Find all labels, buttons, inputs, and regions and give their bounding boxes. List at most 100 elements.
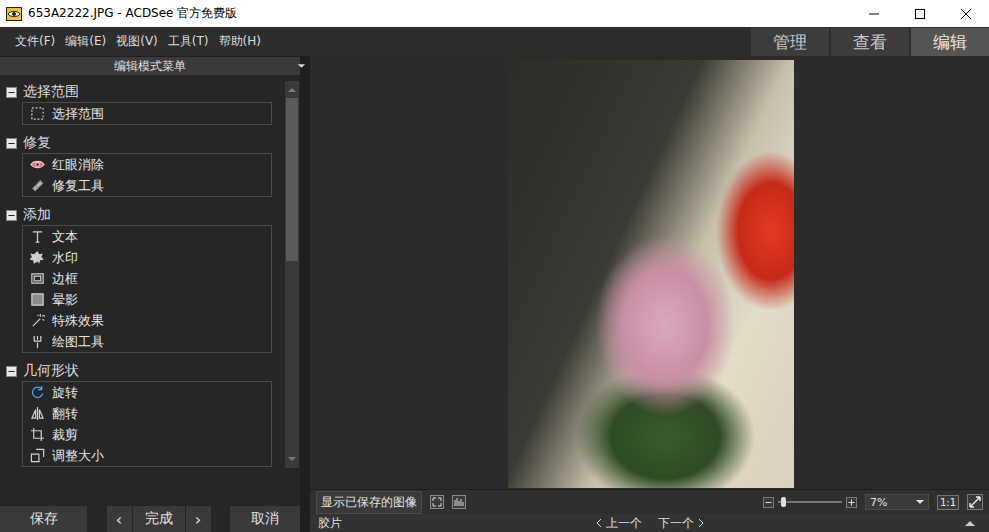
- group-label: 选择范围: [23, 83, 79, 101]
- fit-to-window-icon[interactable]: [967, 494, 983, 510]
- tool-item[interactable]: 红眼消除: [23, 154, 271, 175]
- tool-item[interactable]: 裁剪: [23, 424, 271, 445]
- tool-label: 红眼消除: [52, 156, 104, 174]
- acdsee-window: 653A2222.JPG - ACDSee 官方免费版文件(F) 编辑(E) 视图(…: [0, 0, 989, 532]
- group-header[interactable]: 添加: [2, 205, 272, 225]
- tool-item[interactable]: 水印: [23, 247, 271, 268]
- collapse-icon[interactable]: [6, 138, 17, 149]
- group-items: 文本水印边框晕影特殊效果绘图工具: [22, 225, 272, 353]
- tool-group: 几何形状旋转翻转裁剪调整大小: [22, 361, 285, 467]
- scrollbar[interactable]: [285, 81, 299, 468]
- group-items: 选择范围: [22, 102, 272, 125]
- eye-icon: [30, 157, 45, 172]
- panel-header[interactable]: 编辑模式菜单: [0, 56, 300, 75]
- chevron-right-icon: [698, 518, 704, 528]
- stamp-icon: [30, 250, 45, 265]
- bandage-icon: [30, 178, 45, 193]
- group-label: 修复: [23, 134, 51, 152]
- next-image-button[interactable]: 下一个: [658, 515, 704, 532]
- group-header[interactable]: 修复: [2, 133, 272, 153]
- close-button[interactable]: [943, 0, 989, 27]
- menu-item[interactable]: 文件(F): [15, 33, 55, 50]
- zoom-in-icon[interactable]: [846, 497, 857, 508]
- save-button[interactable]: 保存: [0, 506, 87, 532]
- tool-item[interactable]: 翻转: [23, 403, 271, 424]
- group-header[interactable]: 几何形状: [2, 361, 272, 381]
- tool-group: 选择范围选择范围: [22, 82, 285, 125]
- maximize-icon: [914, 8, 926, 20]
- tool-item[interactable]: 调整大小: [23, 445, 271, 466]
- zoom-slider-thumb[interactable]: [781, 497, 786, 507]
- image-canvas: [310, 56, 989, 489]
- viewer: 显示已保存的图像 7% 1:1 胶片 上一个下一个: [310, 56, 989, 532]
- cancel-button[interactable]: 取消: [230, 506, 300, 532]
- tool-item[interactable]: 晕影: [23, 289, 271, 310]
- zoom-dropdown[interactable]: 7%: [865, 494, 929, 510]
- group-header[interactable]: 选择范围: [2, 82, 272, 102]
- next-button[interactable]: ›: [186, 506, 211, 532]
- previous-button[interactable]: ‹: [107, 506, 132, 532]
- tool-item[interactable]: 选择范围: [23, 103, 271, 124]
- zoom-out-icon[interactable]: [763, 497, 774, 508]
- tool-label: 晕影: [52, 291, 78, 309]
- show-saved-button[interactable]: 显示已保存的图像: [316, 491, 422, 514]
- tool-label: 水印: [52, 249, 78, 267]
- tool-label: 特殊效果: [52, 312, 104, 330]
- zoom-slider[interactable]: [778, 496, 842, 508]
- menu-item[interactable]: 视图(V): [116, 33, 158, 50]
- crop-icon: [30, 427, 45, 442]
- expand-filmstrip-icon[interactable]: [965, 520, 975, 526]
- panel-title: 编辑模式菜单: [114, 58, 186, 75]
- scroll-down-icon[interactable]: [288, 457, 296, 462]
- histogram-icon[interactable]: [452, 495, 466, 509]
- zoom-value: 7%: [870, 496, 887, 509]
- previous-image-button[interactable]: 上一个: [596, 515, 642, 532]
- flip-icon: [30, 406, 45, 421]
- tool-label: 旋转: [52, 384, 78, 402]
- tool-label: 裁剪: [52, 426, 78, 444]
- tool-item[interactable]: 边框: [23, 268, 271, 289]
- dropdown-arrow-icon: [916, 500, 924, 505]
- scroll-thumb[interactable]: [286, 98, 298, 261]
- collapse-icon[interactable]: [6, 87, 17, 98]
- window-title: 653A2222.JPG - ACDSee 官方免费版: [28, 5, 237, 22]
- fullscreen-icon[interactable]: [430, 495, 444, 509]
- collapse-icon[interactable]: [6, 210, 17, 221]
- menu-item[interactable]: 工具(T): [168, 33, 209, 50]
- tool-item[interactable]: 绘图工具: [23, 331, 271, 352]
- group-items: 红眼消除修复工具: [22, 153, 272, 197]
- tool-list: 选择范围选择范围修复红眼消除修复工具添加文本水印边框晕影特殊效果绘图工具几何形状…: [0, 75, 285, 468]
- tool-group: 添加文本水印边框晕影特殊效果绘图工具: [22, 205, 285, 353]
- dropdown-arrow-icon: [297, 63, 306, 69]
- text-icon: [30, 229, 45, 244]
- tool-label: 翻转: [52, 405, 78, 423]
- frame-icon: [30, 271, 45, 286]
- scroll-up-icon[interactable]: [288, 87, 296, 92]
- maximize-button[interactable]: [897, 0, 943, 27]
- chevron-left-icon: [596, 518, 602, 528]
- group-items: 旋转翻转裁剪调整大小: [22, 381, 272, 467]
- filmstrip-label: 胶片: [318, 515, 342, 532]
- done-button[interactable]: 完成: [133, 506, 185, 532]
- actual-size-button[interactable]: 1:1: [937, 495, 959, 510]
- tool-item[interactable]: 修复工具: [23, 175, 271, 196]
- menu-item[interactable]: 帮助(H): [219, 33, 261, 50]
- mode-tab[interactable]: 查看: [831, 28, 909, 56]
- mode-tab[interactable]: 管理: [751, 28, 829, 56]
- minimize-button[interactable]: [851, 0, 897, 27]
- tool-label: 绘图工具: [52, 333, 104, 351]
- group-label: 添加: [23, 206, 51, 224]
- group-label: 几何形状: [23, 362, 79, 380]
- menu-bar: 文件(F) 编辑(E) 视图(V) 工具(T) 帮助(H) 管理查看编辑: [0, 27, 989, 56]
- tool-item[interactable]: 旋转: [23, 382, 271, 403]
- tool-item[interactable]: 文本: [23, 226, 271, 247]
- tool-item[interactable]: 特殊效果: [23, 310, 271, 331]
- menu-item[interactable]: 编辑(E): [65, 33, 106, 50]
- collapse-icon[interactable]: [6, 366, 17, 377]
- mode-tab[interactable]: 编辑: [911, 28, 989, 56]
- minimize-icon: [868, 8, 880, 20]
- photo: [508, 60, 794, 488]
- rotate-icon: [30, 385, 45, 400]
- tool-label: 文本: [52, 228, 78, 246]
- magic-wand-icon: [30, 313, 45, 328]
